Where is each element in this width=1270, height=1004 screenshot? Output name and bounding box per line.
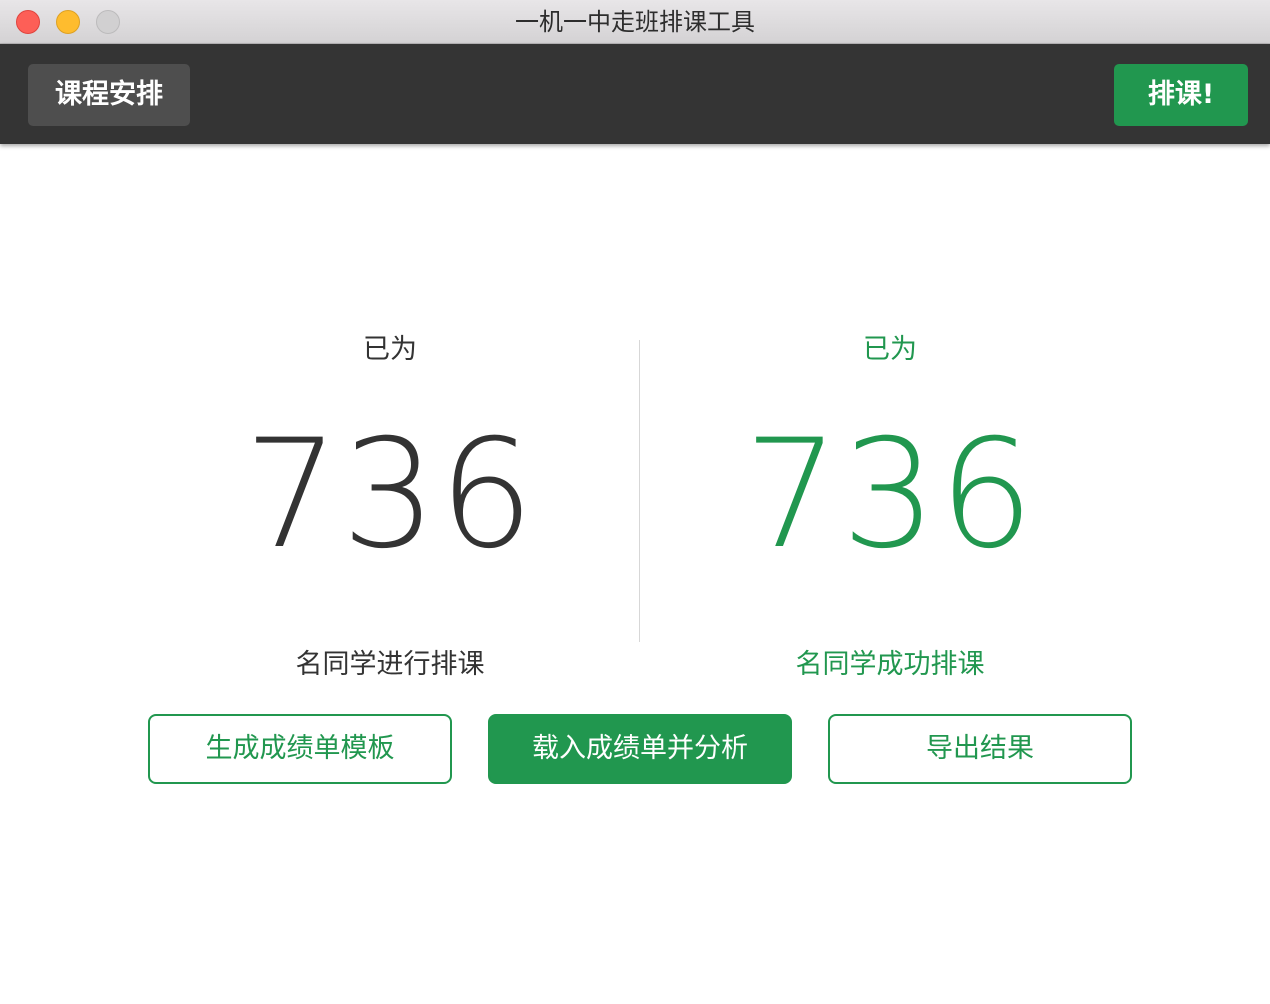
success-stat-prefix: 已为	[863, 334, 917, 365]
schedule-button[interactable]: 排课!	[1114, 64, 1248, 126]
success-stat-suffix: 名同学成功排课	[795, 649, 985, 680]
scheduled-stat-suffix: 名同学进行排课	[295, 649, 485, 680]
app-window: 一机一中走班排课工具 课程安排 排课! 已为 736 名同学进行排课 已为 73…	[0, 0, 1270, 1004]
export-results-button[interactable]: 导出结果	[828, 714, 1132, 784]
scheduled-stat: 已为 736 名同学进行排课	[140, 330, 640, 685]
scheduled-stat-prefix: 已为	[363, 334, 417, 365]
generate-template-button[interactable]: 生成成绩单模板	[148, 714, 452, 784]
success-student-count: 736	[743, 408, 1037, 582]
scheduled-student-count: 736	[243, 408, 537, 582]
course-arrangement-button[interactable]: 课程安排	[28, 64, 190, 126]
load-and-analyze-button[interactable]: 载入成绩单并分析	[488, 714, 792, 784]
title-bar[interactable]: 一机一中走班排课工具	[0, 0, 1270, 44]
window-title: 一机一中走班排课工具	[515, 8, 755, 36]
toolbar: 课程安排 排课!	[0, 44, 1270, 144]
success-stat: 已为 736 名同学成功排课	[640, 330, 1140, 685]
